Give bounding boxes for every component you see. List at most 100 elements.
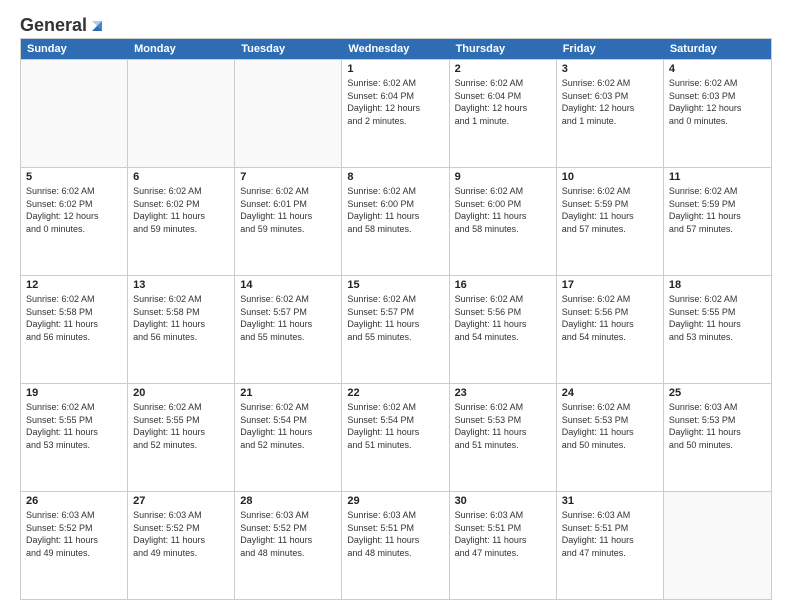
cell-info: Sunrise: 6:02 AMSunset: 6:00 PMDaylight:… — [455, 185, 551, 235]
cell-info: Sunrise: 6:02 AMSunset: 5:55 PMDaylight:… — [669, 293, 766, 343]
day-number: 26 — [26, 495, 122, 507]
cal-cell: 10Sunrise: 6:02 AMSunset: 5:59 PMDayligh… — [557, 168, 664, 275]
cal-cell: 18 Sunrise: 6:02 AMSunset: 5:55 PMDayligh… — [664, 276, 771, 383]
day-number: 24 — [562, 387, 658, 399]
cal-cell: 25 Sunrise: 6:03 AMSunset: 5:53 PMDayligh… — [664, 384, 771, 491]
day-number: 20 — [133, 387, 229, 399]
day-number: 9 — [455, 171, 551, 183]
cell-info: Sunrise: 6:03 AMSunset: 5:51 PMDaylight:… — [347, 509, 443, 559]
logo-general-text: General — [20, 16, 87, 34]
day-number: 16 — [455, 279, 551, 291]
cell-info: Sunrise: 6:03 AMSunset: 5:52 PMDaylight:… — [240, 509, 336, 559]
day-number: 3 — [562, 63, 658, 75]
cal-cell: 30Sunrise: 6:03 AMSunset: 5:51 PMDayligh… — [450, 492, 557, 599]
cal-cell: 12Sunrise: 6:02 AMSunset: 5:58 PMDayligh… — [21, 276, 128, 383]
cal-cell: 8 Sunrise: 6:02 AMSunset: 6:00 PMDaylight… — [342, 168, 449, 275]
header: General — [20, 16, 772, 30]
day-number: 5 — [26, 171, 122, 183]
cal-cell: 9 Sunrise: 6:02 AMSunset: 6:00 PMDaylight… — [450, 168, 557, 275]
cal-cell — [235, 60, 342, 167]
cal-cell: 27 Sunrise: 6:03 AMSunset: 5:52 PMDayligh… — [128, 492, 235, 599]
day-number: 29 — [347, 495, 443, 507]
day-number: 8 — [347, 171, 443, 183]
cal-cell: 11 Sunrise: 6:02 AMSunset: 5:59 PMDayligh… — [664, 168, 771, 275]
day-number: 17 — [562, 279, 658, 291]
cell-info: Sunrise: 6:02 AMSunset: 6:03 PMDaylight:… — [562, 77, 658, 127]
cal-cell: 28 Sunrise: 6:03 AMSunset: 5:52 PMDayligh… — [235, 492, 342, 599]
calendar-header: SundayMondayTuesdayWednesdayThursdayFrid… — [21, 39, 771, 59]
week-row-1: 1 Sunrise: 6:02 AMSunset: 6:04 PMDaylight… — [21, 59, 771, 167]
cell-info: Sunrise: 6:02 AMSunset: 6:02 PMDaylight:… — [26, 185, 122, 235]
week-row-3: 12 Sunrise: 6:02 AMSunset: 5:58 PMDayligh… — [21, 275, 771, 383]
cal-cell: 1 Sunrise: 6:02 AMSunset: 6:04 PMDaylight… — [342, 60, 449, 167]
cell-info: Sunrise: 6:02 AMSunset: 6:04 PMDaylight:… — [455, 77, 551, 127]
day-number: 11 — [669, 171, 766, 183]
cell-info: Sunrise: 6:03 AMSunset: 5:52 PMDaylight:… — [26, 509, 122, 559]
day-number: 30 — [455, 495, 551, 507]
cell-info: Sunrise: 6:02 AMSunset: 6:02 PMDaylight:… — [133, 185, 229, 235]
cell-info: Sunrise: 6:02 AMSunset: 5:55 PMDaylight:… — [133, 401, 229, 451]
cell-info: Sunrise: 6:02 AMSunset: 5:57 PMDaylight:… — [240, 293, 336, 343]
day-number: 25 — [669, 387, 766, 399]
cal-cell: 17 Sunrise: 6:02 AMSunset: 5:56 PMDayligh… — [557, 276, 664, 383]
cell-info: Sunrise: 6:02 AMSunset: 5:59 PMDaylight:… — [669, 185, 766, 235]
cal-cell: 24 Sunrise: 6:02 AMSunset: 5:53 PMDayligh… — [557, 384, 664, 491]
header-day-thursday: Thursday — [450, 39, 557, 59]
cal-cell — [128, 60, 235, 167]
cal-cell: 13 Sunrise: 6:02 AMSunset: 5:58 PMDayligh… — [128, 276, 235, 383]
cell-info: Sunrise: 6:02 AMSunset: 6:01 PMDaylight:… — [240, 185, 336, 235]
cell-info: Sunrise: 6:02 AMSunset: 5:54 PMDaylight:… — [240, 401, 336, 451]
day-number: 1 — [347, 63, 443, 75]
cell-info: Sunrise: 6:02 AMSunset: 5:54 PMDaylight:… — [347, 401, 443, 451]
day-number: 4 — [669, 63, 766, 75]
day-number: 31 — [562, 495, 658, 507]
header-day-tuesday: Tuesday — [235, 39, 342, 59]
day-number: 22 — [347, 387, 443, 399]
header-day-friday: Friday — [557, 39, 664, 59]
cal-cell: 23Sunrise: 6:02 AMSunset: 5:53 PMDayligh… — [450, 384, 557, 491]
day-number: 19 — [26, 387, 122, 399]
header-day-monday: Monday — [128, 39, 235, 59]
cell-info: Sunrise: 6:02 AMSunset: 5:53 PMDaylight:… — [455, 401, 551, 451]
day-number: 21 — [240, 387, 336, 399]
cal-cell — [664, 492, 771, 599]
cell-info: Sunrise: 6:03 AMSunset: 5:53 PMDaylight:… — [669, 401, 766, 451]
cal-cell: 2 Sunrise: 6:02 AMSunset: 6:04 PMDaylight… — [450, 60, 557, 167]
cal-cell: 26 Sunrise: 6:03 AMSunset: 5:52 PMDayligh… — [21, 492, 128, 599]
cal-cell — [21, 60, 128, 167]
cal-cell: 4 Sunrise: 6:02 AMSunset: 6:03 PMDaylight… — [664, 60, 771, 167]
cell-info: Sunrise: 6:02 AMSunset: 5:56 PMDaylight:… — [562, 293, 658, 343]
cal-cell: 19 Sunrise: 6:02 AMSunset: 5:55 PMDayligh… — [21, 384, 128, 491]
day-number: 28 — [240, 495, 336, 507]
cal-cell: 21 Sunrise: 6:02 AMSunset: 5:54 PMDayligh… — [235, 384, 342, 491]
day-number: 27 — [133, 495, 229, 507]
cal-cell: 5 Sunrise: 6:02 AMSunset: 6:02 PMDaylight… — [21, 168, 128, 275]
cell-info: Sunrise: 6:02 AMSunset: 6:00 PMDaylight:… — [347, 185, 443, 235]
cell-info: Sunrise: 6:03 AMSunset: 5:52 PMDaylight:… — [133, 509, 229, 559]
cell-info: Sunrise: 6:02 AMSunset: 5:55 PMDaylight:… — [26, 401, 122, 451]
day-number: 13 — [133, 279, 229, 291]
day-number: 2 — [455, 63, 551, 75]
cal-cell: 31Sunrise: 6:03 AMSunset: 5:51 PMDayligh… — [557, 492, 664, 599]
cal-cell: 14Sunrise: 6:02 AMSunset: 5:57 PMDayligh… — [235, 276, 342, 383]
cell-info: Sunrise: 6:02 AMSunset: 5:57 PMDaylight:… — [347, 293, 443, 343]
cell-info: Sunrise: 6:02 AMSunset: 6:03 PMDaylight:… — [669, 77, 766, 127]
cell-info: Sunrise: 6:02 AMSunset: 5:58 PMDaylight:… — [133, 293, 229, 343]
calendar: SundayMondayTuesdayWednesdayThursdayFrid… — [20, 38, 772, 600]
cell-info: Sunrise: 6:02 AMSunset: 5:53 PMDaylight:… — [562, 401, 658, 451]
cal-cell: 15Sunrise: 6:02 AMSunset: 5:57 PMDayligh… — [342, 276, 449, 383]
cell-info: Sunrise: 6:02 AMSunset: 6:04 PMDaylight:… — [347, 77, 443, 127]
day-number: 12 — [26, 279, 122, 291]
week-row-4: 19 Sunrise: 6:02 AMSunset: 5:55 PMDayligh… — [21, 383, 771, 491]
day-number: 18 — [669, 279, 766, 291]
page: General SundayMondayTuesdayWednesdayThur… — [0, 0, 792, 612]
header-day-saturday: Saturday — [664, 39, 771, 59]
cal-cell: 16Sunrise: 6:02 AMSunset: 5:56 PMDayligh… — [450, 276, 557, 383]
day-number: 7 — [240, 171, 336, 183]
cal-cell: 3 Sunrise: 6:02 AMSunset: 6:03 PMDaylight… — [557, 60, 664, 167]
cal-cell: 7 Sunrise: 6:02 AMSunset: 6:01 PMDaylight… — [235, 168, 342, 275]
cal-cell: 20 Sunrise: 6:02 AMSunset: 5:55 PMDayligh… — [128, 384, 235, 491]
day-number: 10 — [562, 171, 658, 183]
week-row-5: 26 Sunrise: 6:03 AMSunset: 5:52 PMDayligh… — [21, 491, 771, 599]
header-day-wednesday: Wednesday — [342, 39, 449, 59]
